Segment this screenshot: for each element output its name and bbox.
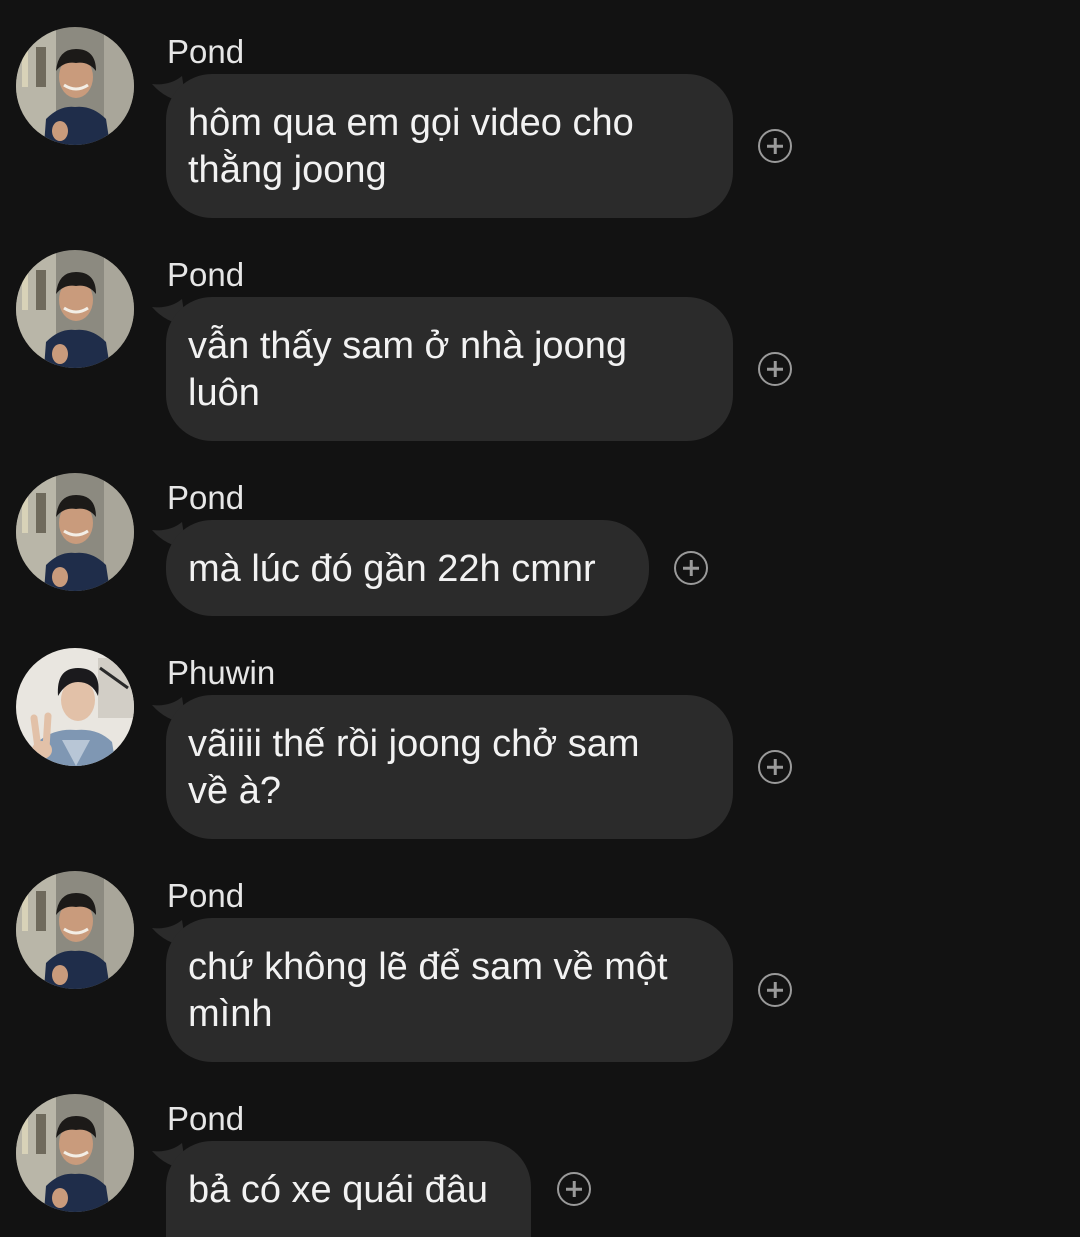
add-reaction-icon[interactable] [557, 1172, 591, 1206]
sender-name: Phuwin [167, 654, 276, 691]
pond-avatar[interactable] [16, 250, 134, 368]
message-bubble[interactable]: vẫn thấy sam ở nhà joong luôn [166, 297, 733, 441]
sender-name: Pond [167, 877, 245, 914]
sender-name: Pond [167, 479, 245, 516]
add-reaction-icon[interactable] [758, 750, 792, 784]
pond-avatar[interactable] [16, 871, 134, 989]
pond-avatar[interactable] [16, 27, 134, 145]
add-reaction-icon[interactable] [758, 352, 792, 386]
add-reaction-icon[interactable] [674, 551, 708, 585]
pond-avatar[interactable] [16, 1094, 134, 1212]
sender-name: Pond [167, 256, 245, 293]
message-bubble[interactable]: chứ không lẽ để sam về một mình [166, 918, 733, 1062]
message-bubble[interactable]: vãiiii thế rồi joong chở sam về à? [166, 695, 733, 839]
message-bubble[interactable]: bả có xe quái đâu [166, 1141, 531, 1237]
message-bubble[interactable]: mà lúc đó gần 22h cmnr [166, 520, 649, 616]
phuwin-avatar[interactable] [16, 648, 134, 766]
sender-name: Pond [167, 33, 245, 70]
add-reaction-icon[interactable] [758, 973, 792, 1007]
message-bubble[interactable]: hôm qua em gọi video cho thằng joong [166, 74, 733, 218]
add-reaction-icon[interactable] [758, 129, 792, 163]
sender-name: Pond [167, 1100, 245, 1137]
pond-avatar[interactable] [16, 473, 134, 591]
chat-thread: Pond hôm qua em gọi video cho thằng joon… [0, 0, 1080, 1237]
